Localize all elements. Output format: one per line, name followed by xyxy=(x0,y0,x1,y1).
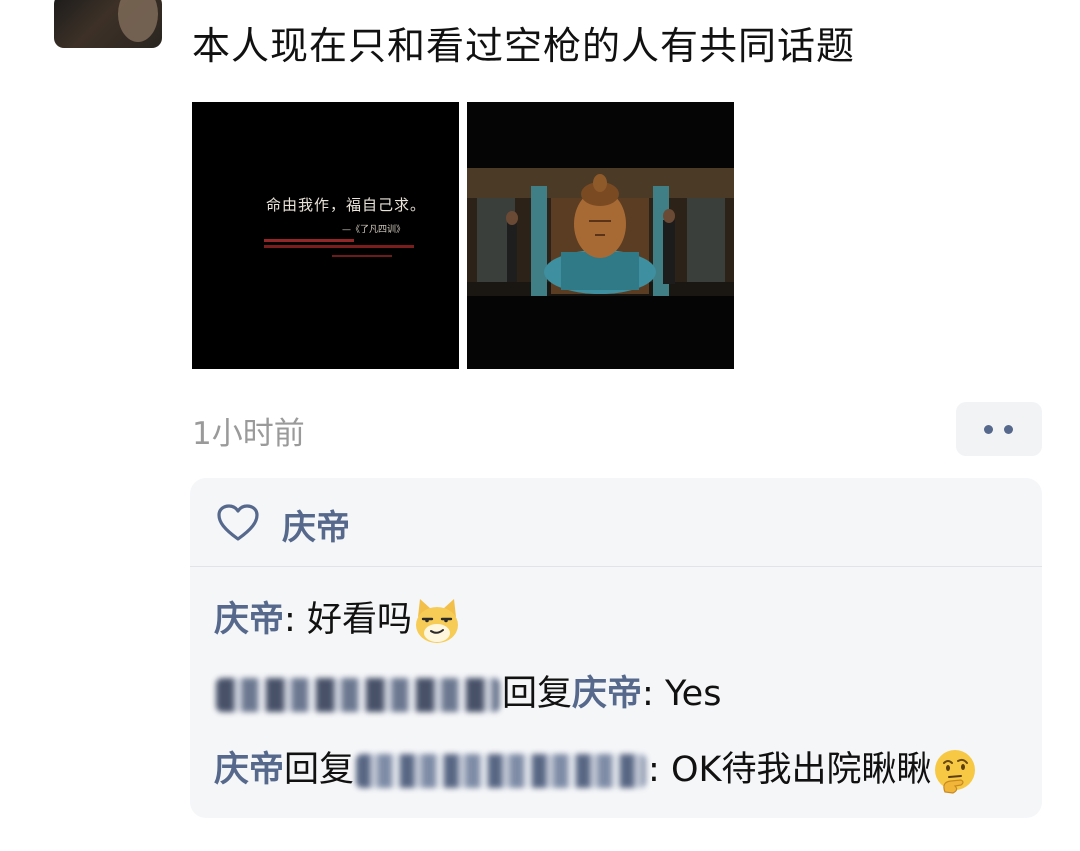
avatar-figure xyxy=(118,0,158,42)
liker-name[interactable]: 庆帝 xyxy=(282,500,350,549)
post-timestamp: 1小时前 xyxy=(192,416,305,452)
comment-section: 庆帝 庆帝: 好看吗 回复庆帝: Yes 庆帝回复: OK待我出院瞅瞅 xyxy=(190,478,1042,818)
smug-cat-emoji-icon xyxy=(415,599,458,643)
reply-word: 回复 xyxy=(502,674,573,714)
obscured-author-name xyxy=(216,678,500,712)
comment-author[interactable]: 庆帝 xyxy=(214,750,284,790)
comment-text: OK待我出院瞅瞅 xyxy=(670,750,932,790)
post-text: 本人现在只和看过空枪的人有共同话题 xyxy=(192,24,856,68)
photo-1-red-text-line xyxy=(264,245,414,248)
avatar[interactable] xyxy=(54,0,162,48)
ellipsis-dot xyxy=(1004,425,1013,434)
comment-item[interactable]: 庆帝: 好看吗 xyxy=(214,596,462,645)
thinking-face-emoji-icon xyxy=(935,750,976,794)
reply-word: 回复 xyxy=(284,750,355,790)
ellipsis-dot xyxy=(984,425,993,434)
heart-outline-icon[interactable] xyxy=(216,503,260,543)
comment-author[interactable]: 庆帝 xyxy=(214,600,284,640)
comment-item[interactable]: 回复庆帝: Yes xyxy=(214,670,721,718)
comment-item[interactable]: 庆帝回复: OK待我出院瞅瞅 xyxy=(214,746,979,794)
comment-text: 好看吗 xyxy=(306,600,412,640)
photo-1-quote: 命由我作，福自己求。 xyxy=(266,196,427,214)
reply-to-name[interactable]: 庆帝 xyxy=(572,674,642,714)
comment-separator: : xyxy=(648,750,671,790)
comment-separator: : xyxy=(284,600,307,640)
photo-1[interactable]: 命由我作，福自己求。 —《了凡四训》 xyxy=(192,102,459,369)
photo-2-buddha-scene xyxy=(467,102,734,369)
obscured-reply-to-name xyxy=(356,754,647,788)
like-row: 庆帝 xyxy=(190,478,1042,567)
photo-1-red-text-line xyxy=(264,239,354,242)
comment-text: Yes xyxy=(664,674,722,714)
photo-2[interactable] xyxy=(467,102,734,369)
comment-separator: : xyxy=(642,674,665,714)
photo-1-source: —《了凡四训》 xyxy=(342,225,406,235)
photo-1-red-text-line xyxy=(332,255,392,257)
more-options-button[interactable] xyxy=(956,402,1042,456)
